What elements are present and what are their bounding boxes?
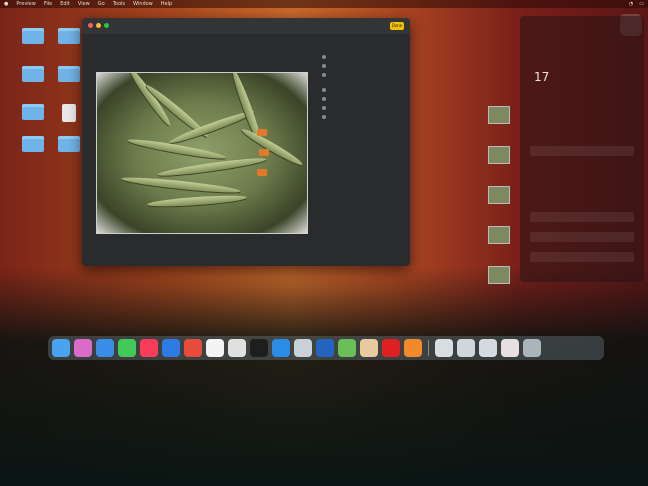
notification-item[interactable] xyxy=(530,232,634,242)
maps-icon[interactable] xyxy=(162,339,180,357)
done-button[interactable]: Done xyxy=(390,22,404,30)
sidebar-row[interactable] xyxy=(322,70,402,79)
fish-shape xyxy=(156,155,268,179)
preview-window: Done xyxy=(82,18,410,266)
zoom-icon[interactable] xyxy=(104,23,109,28)
sidebar-row[interactable] xyxy=(322,61,402,70)
folder-icon xyxy=(22,28,44,44)
menu-app-name[interactable]: Preview xyxy=(16,1,35,7)
fish-shape xyxy=(120,174,242,196)
menu-file[interactable]: File xyxy=(44,1,52,7)
trash-icon[interactable] xyxy=(523,339,541,357)
folder-icon xyxy=(22,66,44,82)
music-icon[interactable] xyxy=(140,339,158,357)
preview-icon[interactable] xyxy=(294,339,312,357)
desktop-folder[interactable] xyxy=(54,66,84,100)
terminal-icon[interactable] xyxy=(250,339,268,357)
ki-icon[interactable] xyxy=(316,339,334,357)
option-icon xyxy=(322,114,326,119)
desktop-folder[interactable] xyxy=(18,28,48,62)
desktop-folder[interactable] xyxy=(54,28,84,62)
desktop-objects xyxy=(74,272,434,332)
price-tag xyxy=(259,149,269,156)
desktop-folder[interactable] xyxy=(54,136,84,170)
desktop-folder[interactable] xyxy=(18,66,48,100)
option-icon xyxy=(322,63,326,68)
menu-tools[interactable]: Tools xyxy=(113,1,125,7)
option-icon xyxy=(322,54,326,59)
sidebar-row[interactable] xyxy=(322,112,402,121)
desktop-folder[interactable] xyxy=(18,136,48,170)
document-icon[interactable] xyxy=(501,339,519,357)
dock xyxy=(48,336,604,360)
notification-item[interactable] xyxy=(530,146,634,156)
folder-icon xyxy=(58,66,80,82)
battery-icon[interactable]: ▭ xyxy=(639,1,644,7)
folder-icon xyxy=(22,136,44,152)
sidebar-row[interactable] xyxy=(322,103,402,112)
wifi-icon[interactable]: ◔ xyxy=(629,1,633,7)
menu-bar: ● Preview File Edit View Go Tools Window… xyxy=(0,0,648,8)
photo-thumbnail[interactable] xyxy=(488,106,510,124)
menu-edit[interactable]: Edit xyxy=(60,1,70,7)
status-menus: ◔ ▭ xyxy=(629,1,644,7)
adjustments-sidebar xyxy=(322,52,402,252)
fish-photo xyxy=(96,72,308,234)
fish-shape xyxy=(146,193,248,209)
option-icon xyxy=(322,72,326,77)
notes-icon[interactable] xyxy=(338,339,356,357)
price-tag xyxy=(257,129,267,136)
menu-help[interactable]: Help xyxy=(161,1,172,7)
folder-icon xyxy=(58,28,80,44)
folder-icon xyxy=(22,104,44,120)
chrome-icon[interactable] xyxy=(206,339,224,357)
window-titlebar[interactable]: Done xyxy=(82,18,410,34)
vscode-icon[interactable] xyxy=(272,339,290,357)
option-icon xyxy=(322,105,326,110)
clock-widget: 17 xyxy=(534,70,550,84)
photo-thumbnail-strip xyxy=(488,106,510,306)
notification-item[interactable] xyxy=(530,212,634,222)
sidebar-row[interactable] xyxy=(322,52,402,61)
sidebar-row[interactable] xyxy=(322,85,402,94)
photo-thumbnail[interactable] xyxy=(488,226,510,244)
menu-view[interactable]: View xyxy=(78,1,90,7)
safari-icon[interactable] xyxy=(96,339,114,357)
desktop-folder[interactable] xyxy=(18,104,48,138)
photo-library-icon[interactable] xyxy=(404,339,422,357)
window-controls xyxy=(88,23,109,28)
notification-panel: 17 xyxy=(520,16,644,282)
desktop-document[interactable] xyxy=(54,104,84,138)
option-icon xyxy=(322,87,326,92)
minimize-icon[interactable] xyxy=(96,23,101,28)
close-icon[interactable] xyxy=(88,23,93,28)
youtube-icon[interactable] xyxy=(382,339,400,357)
photo-thumbnail[interactable] xyxy=(488,186,510,204)
document-icon[interactable] xyxy=(457,339,475,357)
sidebar-row[interactable] xyxy=(322,94,402,103)
document-icon[interactable] xyxy=(435,339,453,357)
app-icon[interactable] xyxy=(360,339,378,357)
photos-icon[interactable] xyxy=(184,339,202,357)
launchpad-icon[interactable] xyxy=(74,339,92,357)
apple-icon[interactable]: ● xyxy=(4,1,8,7)
dock-separator xyxy=(428,340,429,356)
menu-go[interactable]: Go xyxy=(98,1,105,7)
photo-thumbnail[interactable] xyxy=(488,146,510,164)
clock-icon[interactable] xyxy=(228,339,246,357)
menu-window[interactable]: Window xyxy=(133,1,153,7)
price-tag xyxy=(257,169,267,176)
document-icon[interactable] xyxy=(479,339,497,357)
notification-item[interactable] xyxy=(530,252,634,262)
photo-thumbnail[interactable] xyxy=(488,266,510,284)
finder-icon[interactable] xyxy=(52,339,70,357)
messages-icon[interactable] xyxy=(118,339,136,357)
option-icon xyxy=(322,96,326,101)
document-icon xyxy=(62,104,76,122)
folder-icon xyxy=(58,136,80,152)
